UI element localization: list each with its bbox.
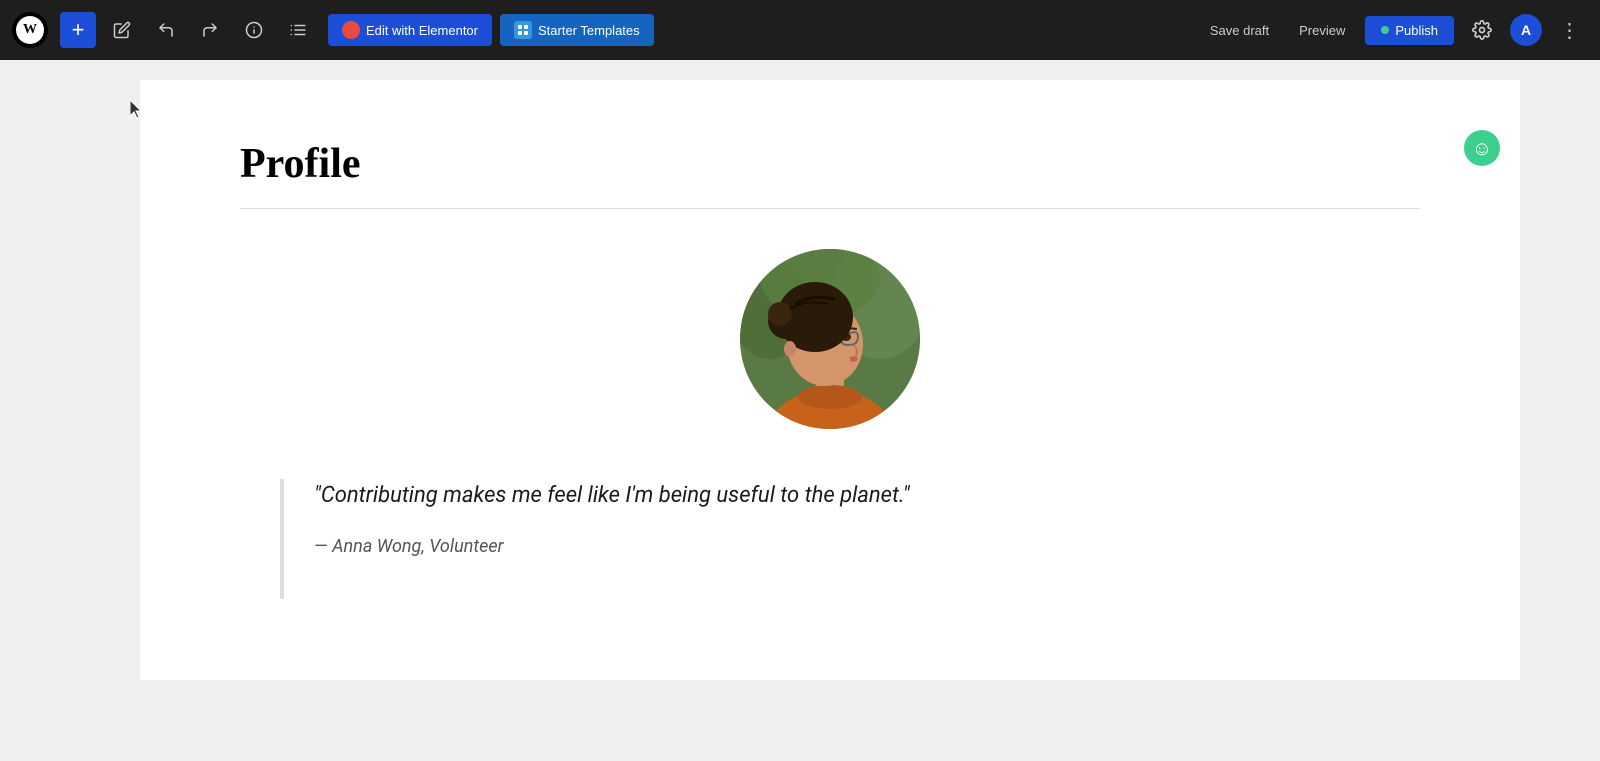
info-button[interactable]	[236, 12, 272, 48]
sidebar-strip	[0, 60, 60, 701]
publish-button[interactable]: Publish	[1365, 16, 1454, 45]
publish-status-dot	[1381, 26, 1389, 34]
main-content: ☺ Profile	[0, 60, 1600, 701]
list-icon	[289, 21, 307, 39]
save-draft-button[interactable]: Save draft	[1200, 16, 1279, 45]
elementor-icon	[342, 21, 360, 39]
undo-button[interactable]	[148, 12, 184, 48]
quote-content: "Contributing makes me feel like I'm bei…	[314, 479, 1380, 557]
wp-logo-icon: W	[16, 16, 44, 44]
add-block-button[interactable]: +	[60, 12, 96, 48]
page-block: ☺ Profile	[140, 80, 1520, 680]
more-options-button[interactable]: ⋮	[1552, 12, 1588, 48]
edit-with-elementor-label: Edit with Elementor	[366, 23, 478, 38]
preview-button[interactable]: Preview	[1289, 16, 1355, 45]
profile-image-container	[240, 249, 1420, 429]
user-avatar-button[interactable]: A	[1510, 14, 1542, 46]
redo-icon	[201, 21, 219, 39]
gear-icon	[1472, 20, 1492, 40]
wp-logo[interactable]: W	[12, 12, 48, 48]
starter-templates-button[interactable]: Starter Templates	[500, 14, 654, 46]
edit-mode-button[interactable]	[104, 12, 140, 48]
edit-with-elementor-button[interactable]: Edit with Elementor	[328, 14, 492, 46]
starter-templates-icon	[514, 21, 532, 39]
undo-icon	[157, 21, 175, 39]
toolbar-right: Save draft Preview Publish A ⋮	[1200, 12, 1588, 48]
title-divider	[240, 208, 1420, 209]
settings-button[interactable]	[1464, 12, 1500, 48]
quote-attribution: — Anna Wong, Volunteer	[314, 536, 1380, 557]
toolbar: W +	[0, 0, 1600, 60]
page-title[interactable]: Profile	[240, 140, 1420, 188]
info-icon	[245, 21, 263, 39]
list-view-button[interactable]	[280, 12, 316, 48]
pencil-icon	[113, 21, 131, 39]
quote-section: "Contributing makes me feel like I'm bei…	[240, 479, 1420, 599]
publish-label: Publish	[1395, 23, 1438, 38]
quote-bar	[280, 479, 284, 599]
editor-area[interactable]: ☺ Profile	[60, 60, 1600, 701]
quote-text: "Contributing makes me feel like I'm bei…	[314, 479, 1380, 512]
smiley-icon: ☺	[1464, 130, 1500, 166]
redo-button[interactable]	[192, 12, 228, 48]
starter-templates-label: Starter Templates	[538, 23, 640, 38]
profile-image	[740, 249, 920, 429]
